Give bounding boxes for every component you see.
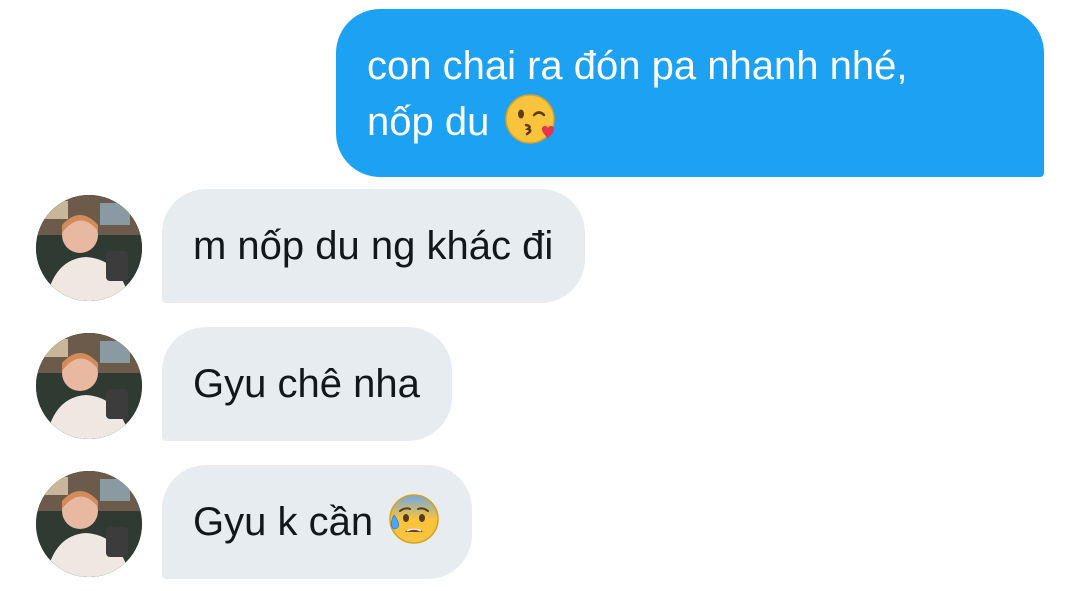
received-message-text: Gyu k cần bbox=[193, 500, 374, 544]
kissing-wink-emoji-icon bbox=[504, 93, 556, 145]
received-message-row: Gyu chê nha bbox=[0, 327, 1080, 441]
received-message-row: Gyu k cần bbox=[0, 465, 1080, 579]
received-message-bubble[interactable]: Gyu chê nha bbox=[162, 327, 452, 441]
conversation-thread: con chai ra đón pa nhanh nhé, nốp du m n… bbox=[0, 0, 1080, 591]
received-message-row: m nốp du ng khác đi bbox=[0, 189, 1080, 303]
avatar[interactable] bbox=[36, 195, 142, 301]
sent-message-line-2: nốp du bbox=[367, 100, 490, 144]
sent-message-bubble[interactable]: con chai ra đón pa nhanh nhé, nốp du bbox=[336, 9, 1044, 177]
avatar[interactable] bbox=[36, 471, 142, 577]
avatar[interactable] bbox=[36, 333, 142, 439]
received-message-bubble[interactable]: Gyu k cần bbox=[162, 465, 473, 579]
sent-message-line-1: con chai ra đón pa nhanh nhé, bbox=[367, 44, 908, 88]
anxious-sweat-emoji-icon bbox=[388, 493, 440, 545]
received-message-bubble[interactable]: m nốp du ng khác đi bbox=[162, 189, 586, 303]
